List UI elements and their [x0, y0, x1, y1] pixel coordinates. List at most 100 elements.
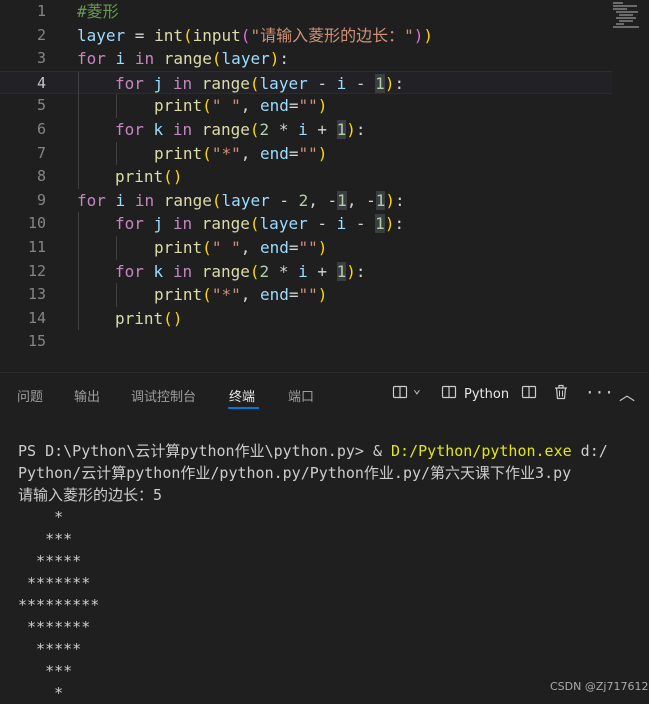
- line-number: 9: [36, 190, 46, 209]
- split-terminal-icon[interactable]: [521, 384, 537, 404]
- terminal-profile-label[interactable]: Python: [464, 387, 509, 402]
- code-line[interactable]: 2 layer = int(input("请输入菱形的边长：")): [0, 24, 612, 48]
- token: *: [269, 261, 299, 281]
- code-line[interactable]: 10 for j in range(layer - i - 1):: [0, 212, 612, 236]
- panel-header: 问题 输出 调试控制台 终端 端口 ⌄ Python ··· ︿: [0, 372, 649, 417]
- tab-output[interactable]: 输出: [74, 386, 100, 405]
- token: =: [288, 96, 299, 116]
- code-line[interactable]: 5 print(" ", end=""): [0, 94, 612, 118]
- line-number: 5: [36, 96, 46, 115]
- code-line[interactable]: 14 print(): [0, 306, 612, 331]
- token: =: [288, 285, 299, 305]
- token: for: [77, 190, 106, 210]
- code-line[interactable]: 11 print(" ", end=""): [0, 236, 612, 260]
- token: (: [249, 120, 260, 139]
- indent-guide: [78, 165, 79, 189]
- indent-guide: [78, 141, 79, 166]
- token: ,: [240, 143, 260, 163]
- code-line[interactable]: 8 print(): [0, 165, 612, 189]
- token: range: [163, 190, 212, 210]
- token: i: [336, 214, 347, 234]
- line-number: 15: [27, 332, 46, 351]
- token: print: [115, 308, 164, 328]
- indent-guide: [78, 259, 79, 284]
- minimap[interactable]: [613, 2, 647, 28]
- token: end: [259, 285, 289, 305]
- token: i: [336, 73, 347, 93]
- token: in: [172, 120, 193, 139]
- indent-guide: [78, 71, 79, 96]
- trash-icon[interactable]: [553, 384, 569, 404]
- line-number: 4: [36, 73, 46, 92]
- split-layout-icon[interactable]: [392, 384, 408, 404]
- token: print: [154, 285, 203, 305]
- token: 1: [337, 190, 347, 210]
- token: (: [202, 285, 212, 305]
- token: (: [163, 308, 173, 328]
- more-actions-icon[interactable]: ···: [585, 383, 614, 402]
- indent-guide: [78, 118, 79, 142]
- token: " ": [211, 96, 241, 116]
- tab-problems[interactable]: 问题: [17, 386, 43, 405]
- terminal-output-line: ***: [18, 530, 73, 548]
- code-line[interactable]: 9 for i in range(layer - 2, -1, -1):: [0, 189, 612, 213]
- token: =: [125, 25, 155, 45]
- line-content: for k in range(2 * i + 1):: [115, 260, 366, 284]
- token: :: [395, 190, 405, 210]
- code-line-current[interactable]: 4 for j in range(layer - i - 1):: [0, 70, 612, 96]
- terminal-exe: D:/Python/python.exe: [391, 442, 572, 460]
- code-line[interactable]: 12 for k in range(2 * i + 1):: [0, 259, 612, 284]
- comment: #菱形: [77, 2, 119, 21]
- token: ,: [346, 190, 367, 210]
- token: print: [154, 143, 203, 163]
- token: range: [163, 49, 212, 69]
- chevron-up-icon[interactable]: ︿: [619, 381, 635, 405]
- token: "": [298, 238, 318, 257]
- token: -: [346, 73, 376, 93]
- token: :: [279, 49, 289, 69]
- token: layer: [77, 25, 126, 45]
- line-number: 3: [36, 49, 46, 68]
- tab-ports[interactable]: 端口: [288, 386, 314, 405]
- token: ): [413, 25, 424, 45]
- token: (: [249, 73, 260, 93]
- tab-debug-console[interactable]: 调试控制台: [131, 386, 196, 405]
- line-number: 14: [27, 308, 46, 327]
- token: (: [249, 214, 260, 234]
- token: in: [172, 214, 193, 234]
- code-line[interactable]: 13 print("*", end=""): [0, 283, 612, 307]
- token: layer: [221, 49, 270, 69]
- token: +: [307, 261, 337, 281]
- token: ): [269, 49, 280, 69]
- line-number: 1: [36, 2, 46, 20]
- token: (: [211, 49, 222, 69]
- code-line[interactable]: 7 print("*", end=""): [0, 141, 612, 166]
- line-number: 12: [27, 261, 46, 280]
- code-line[interactable]: 6 for k in range(2 * i + 1):: [0, 118, 612, 142]
- line-content: for i in range(layer - 2, -1, -1):: [77, 189, 405, 213]
- code-line[interactable]: 3 for i in range(layer):: [0, 47, 612, 71]
- code-editor[interactable]: 1 #菱形 2 layer = int(input("请输入菱形的边长：")) …: [0, 0, 649, 370]
- line-content: print(): [115, 165, 182, 189]
- terminal-output[interactable]: PS D:\Python\云计算python作业\python.py> & D:…: [0, 416, 649, 702]
- chevron-down-icon[interactable]: ⌄: [413, 382, 421, 397]
- tab-terminal[interactable]: 终端: [229, 386, 255, 405]
- line-content: for j in range(layer - i - 1):: [115, 72, 404, 96]
- terminal-prompt: PS D:\Python\云计算python作业\python.py>: [18, 442, 373, 460]
- terminal-input-prompt: 请输入菱形的边长：5: [18, 486, 163, 504]
- token: ): [346, 261, 356, 281]
- token: :: [394, 214, 405, 234]
- code-line[interactable]: 15: [0, 330, 612, 354]
- code-line[interactable]: 1 #菱形: [0, 0, 612, 24]
- token: :: [355, 261, 366, 281]
- line-number: 7: [36, 143, 46, 162]
- token: i: [115, 49, 126, 69]
- token: for: [115, 120, 144, 139]
